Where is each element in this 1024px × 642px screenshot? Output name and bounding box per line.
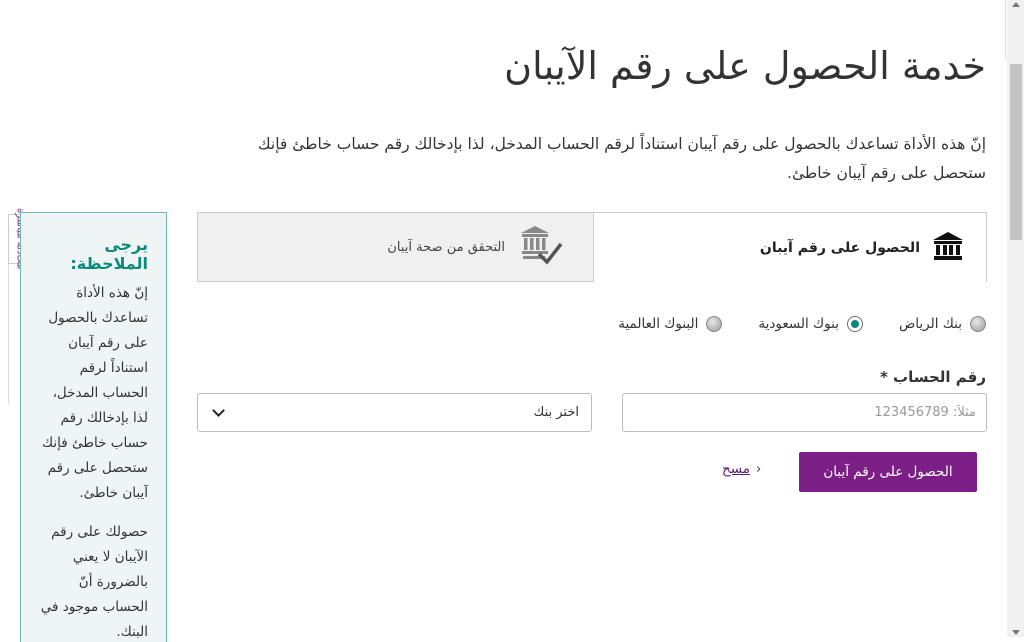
radio-international-banks[interactable]: البنوك العالمية (618, 316, 723, 332)
page-title: خدمة الحصول على رقم الآيبان (504, 44, 986, 88)
scroll-up-arrow-icon[interactable] (1012, 2, 1020, 7)
clear-link-label: مسح (722, 461, 750, 477)
tab-verify-iban[interactable]: التحقق من صحة آيبان (197, 212, 593, 282)
radio-label: البنوك العالمية (618, 316, 699, 332)
note-panel: يرجى الملاحظة: إنّ هذه الأداة تساعدك بال… (20, 212, 167, 642)
bank-select[interactable]: اختر بنك (197, 393, 592, 432)
radio-button[interactable] (846, 316, 863, 332)
bank-check-icon (519, 224, 563, 270)
note-paragraph: حصولك على رقم الآيبان لا يعني بالضرورة أ… (40, 524, 148, 640)
radio-riyad-bank[interactable]: بنك الرياض (899, 316, 986, 332)
note-paragraph: إنّ هذه الأداة تساعدك بالحصول على رقم آي… (42, 285, 148, 501)
account-number-label: رقم الحساب * (879, 368, 986, 386)
scroll-thumb[interactable] (1010, 64, 1022, 240)
radio-saudi-banks[interactable]: بنوك السعودية (758, 316, 863, 332)
chat-divider (8, 264, 9, 404)
tab-label: الحصول على رقم آيبان (759, 239, 920, 256)
tab-label: التحقق من صحة آيبان (387, 239, 505, 255)
scroll-down-arrow-icon[interactable] (1012, 630, 1020, 635)
intro-text: إنّ هذه الأداة تساعدك بالحصول على رقم آي… (257, 135, 986, 182)
radio-button[interactable] (970, 316, 986, 332)
page-scrollbar[interactable] (1007, 0, 1024, 637)
clear-link[interactable]: ‹ مسح (722, 461, 761, 477)
radio-label: بنوك السعودية (758, 316, 839, 332)
get-iban-button[interactable]: الحصول على رقم آيبان (799, 452, 977, 492)
radio-button[interactable] (706, 316, 723, 332)
top-divider (1005, 0, 1006, 60)
tab-get-iban[interactable]: الحصول على رقم آيبان (593, 212, 987, 282)
note-title: يرجى الملاحظة: (70, 235, 148, 273)
bank-type-radio-group: بنك الرياض بنوك السعودية البنوك العالمية (618, 316, 986, 332)
chevron-left-icon: ‹ (756, 461, 762, 477)
service-tabs: الحصول على رقم آيبان التحقق من صحة آيبان (197, 212, 987, 282)
tabs-divider (197, 281, 594, 282)
bank-icon (932, 231, 964, 265)
account-number-input[interactable] (622, 393, 987, 432)
bank-select-value: اختر بنك (533, 405, 579, 420)
radio-label: بنك الرياض (898, 316, 962, 332)
